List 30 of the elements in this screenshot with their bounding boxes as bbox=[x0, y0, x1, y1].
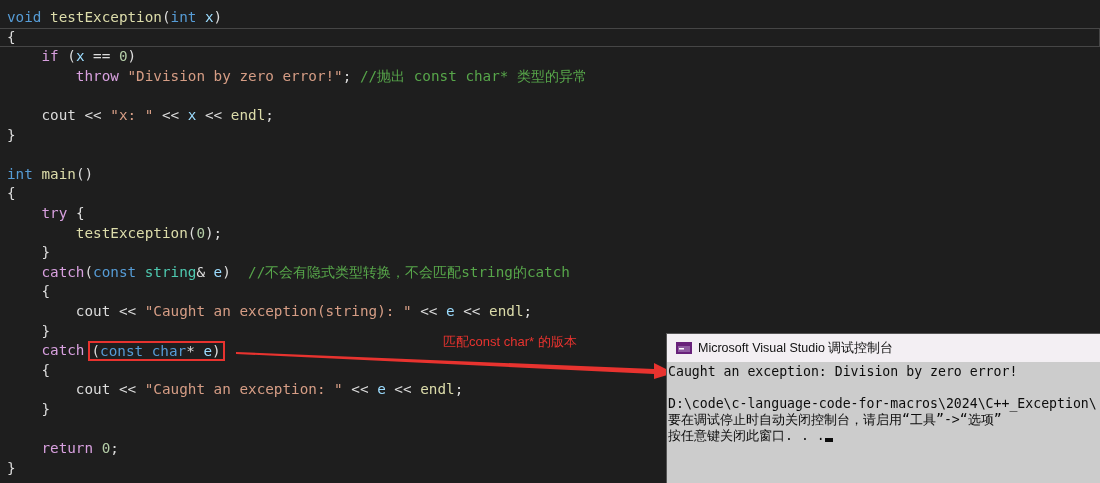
window-title: Microsoft Visual Studio 调试控制台 bbox=[698, 339, 894, 357]
code-line: int main() bbox=[7, 164, 94, 184]
code-line: { bbox=[7, 27, 16, 47]
code-line: cout << "Caught an exception(string): " << e << endl; bbox=[74, 301, 533, 321]
code-line: { bbox=[7, 184, 16, 204]
code-line: void testException(int x) bbox=[7, 8, 223, 27]
code-line: { bbox=[40, 282, 51, 302]
code-line: return 0; bbox=[40, 439, 119, 459]
code-line: } bbox=[40, 243, 51, 263]
console-text: D:\code\c-language-code-for-macros\2024\C++_Exception\ bbox=[668, 396, 1097, 412]
highlighted-code: (const char* e) bbox=[88, 340, 225, 361]
code-line: { bbox=[40, 360, 51, 380]
code-line: catch(const string& e) //不会有隐式类型转换，不会匹配string的catch bbox=[40, 262, 570, 282]
code-line: throw "Division by zero error!"; //抛出 const char* 类型的异常 bbox=[74, 66, 588, 86]
code-line: } bbox=[40, 321, 51, 341]
console-text: 按任意键关闭此窗口. . . bbox=[668, 428, 825, 444]
code-line: catch bbox=[40, 341, 85, 361]
code-line: cout << "x: " << x << endl; bbox=[40, 105, 274, 125]
code-line: testException(0); bbox=[74, 223, 223, 243]
console-app-icon bbox=[676, 342, 692, 354]
text-cursor bbox=[824, 438, 833, 442]
code-line: } bbox=[40, 399, 51, 419]
code-line: } bbox=[7, 125, 16, 145]
console-text: Caught an exception: Division by zero error! bbox=[668, 364, 1018, 380]
code-line: } bbox=[7, 458, 16, 478]
console-text: 要在调试停止时自动关闭控制台，请启用“工具”->“选项” bbox=[668, 412, 1002, 428]
code-line: cout << "Caught an exception: " << e << endl; bbox=[74, 380, 464, 400]
code-line: try { bbox=[40, 203, 85, 223]
annotation-label: 匹配const char* 的版本 bbox=[443, 333, 577, 351]
code-line: if (x == 0) bbox=[40, 47, 137, 67]
